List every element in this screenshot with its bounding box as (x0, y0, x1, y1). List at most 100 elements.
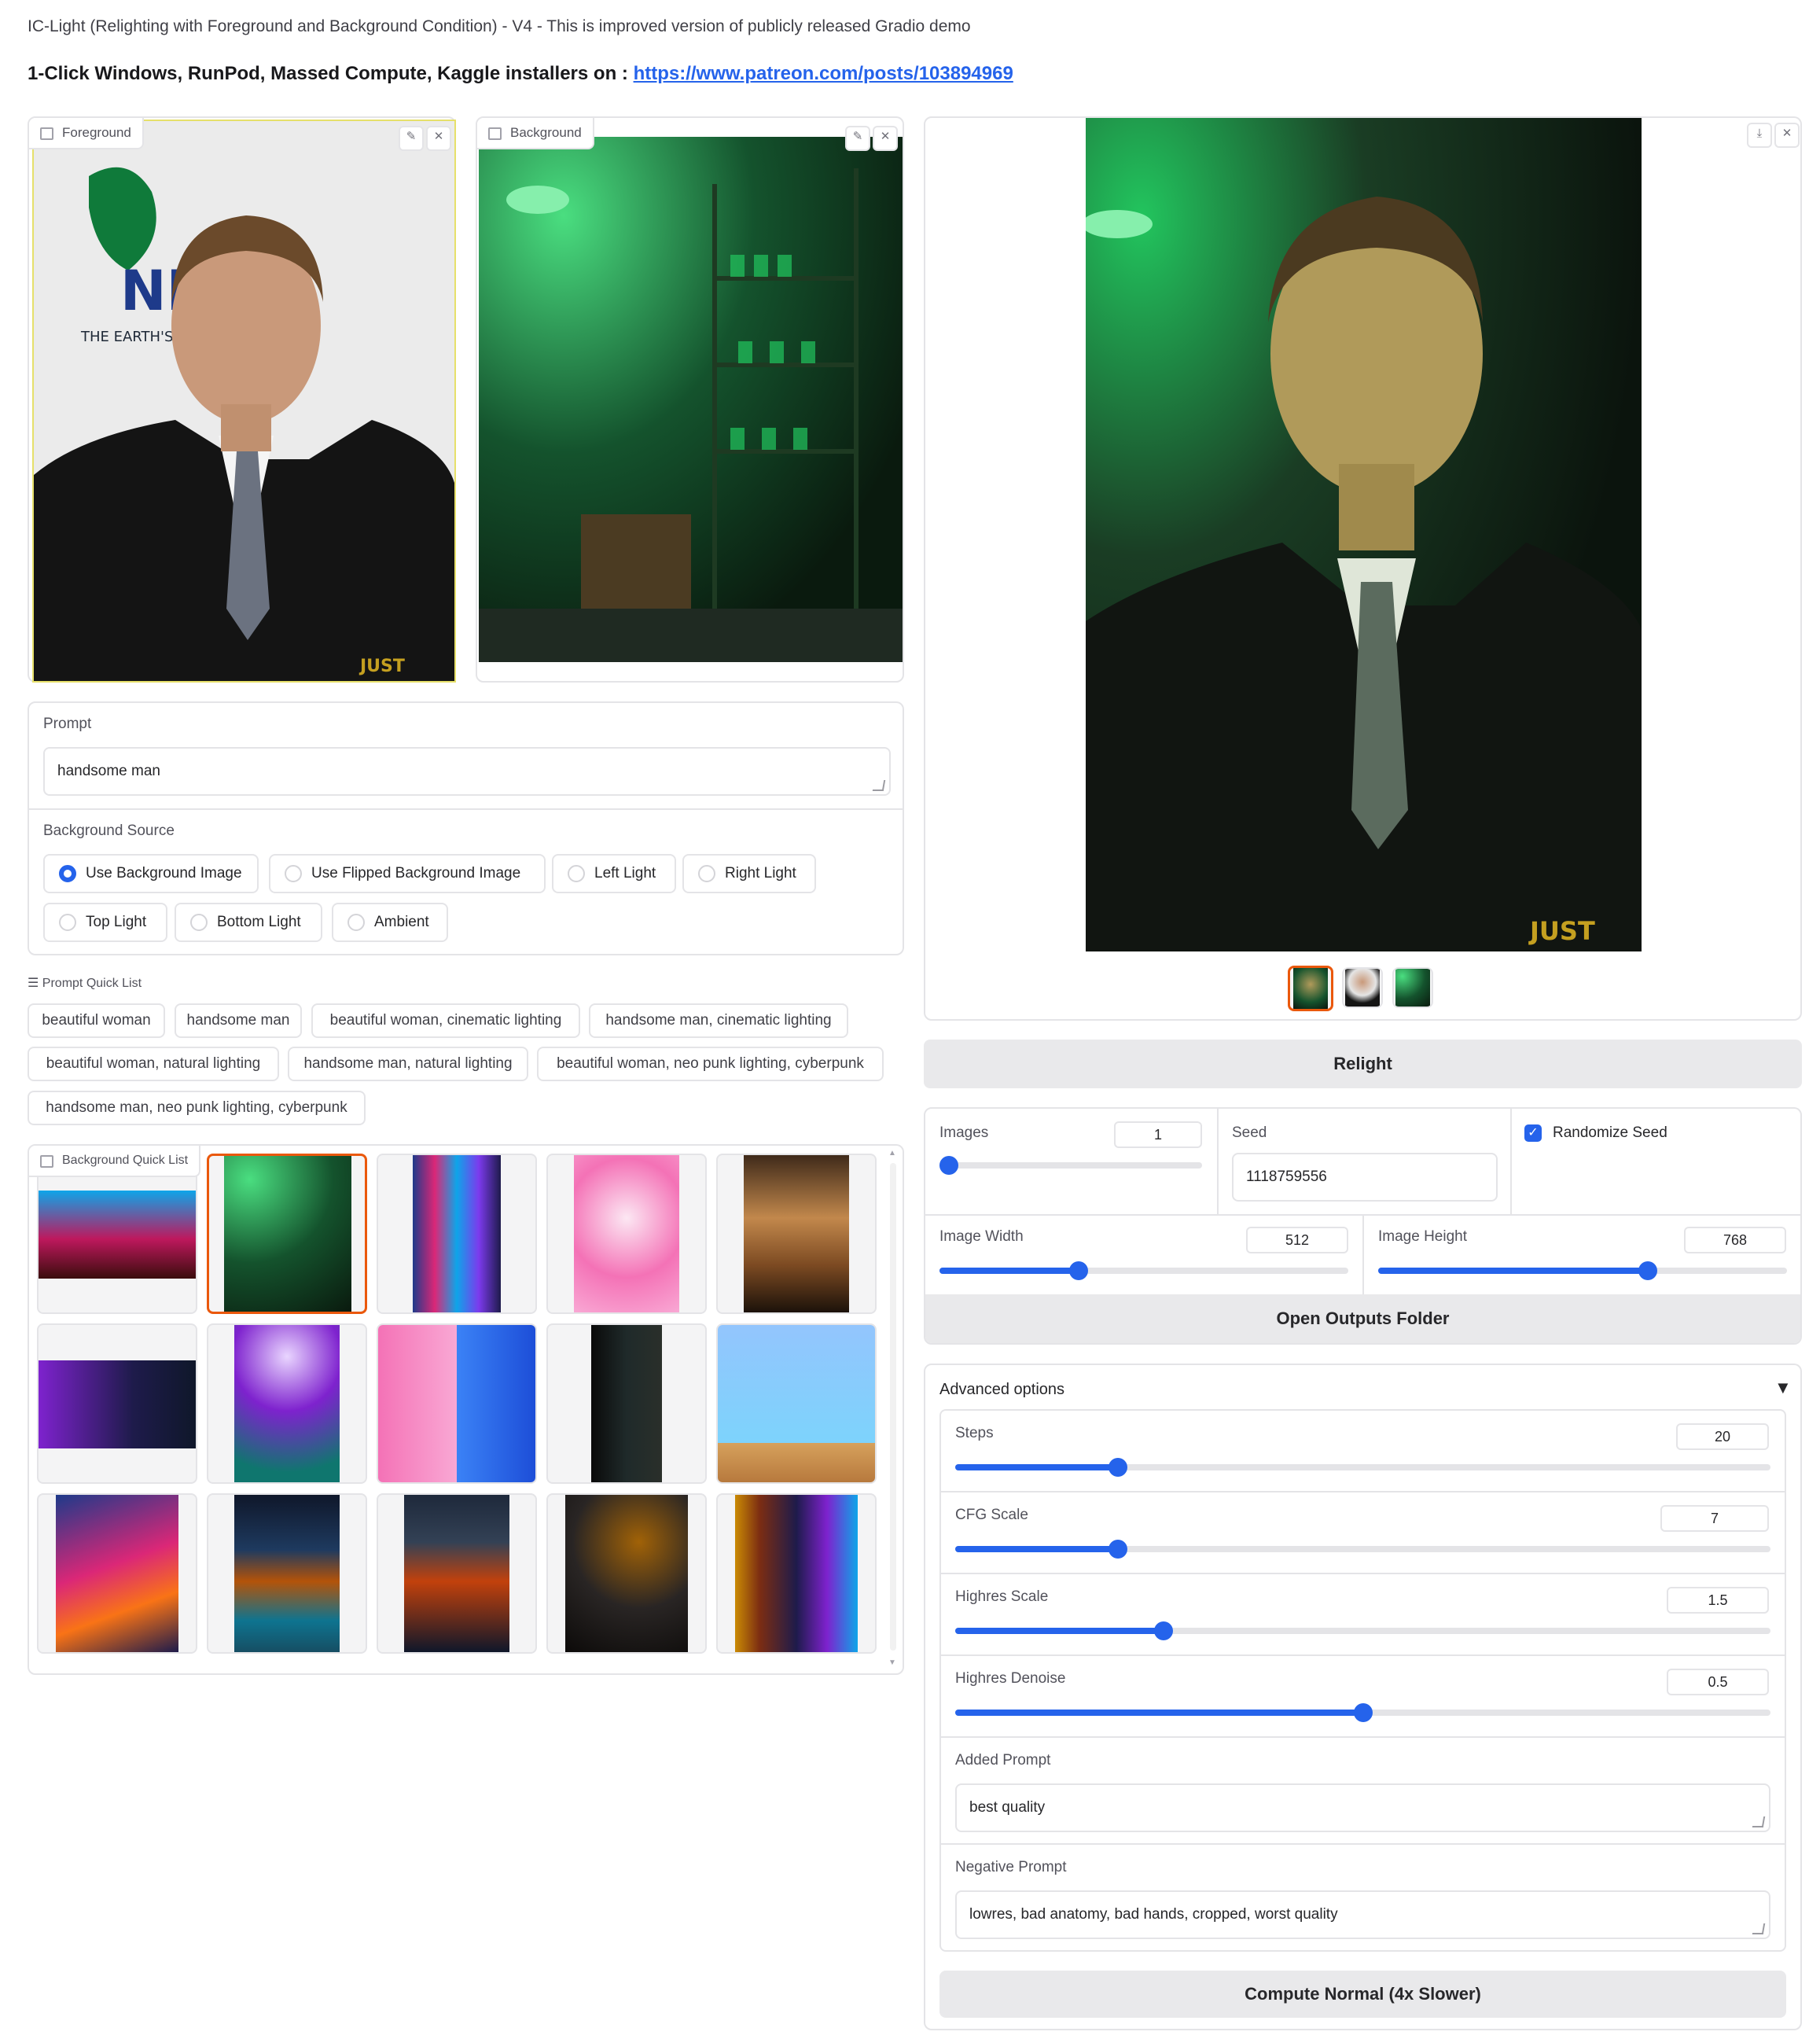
scroll-up-icon[interactable]: ▲ (888, 1149, 896, 1158)
slider-handle[interactable] (1638, 1261, 1658, 1280)
prompt-value: handsome man (57, 763, 160, 779)
triangle-down-icon[interactable]: ▼ (1774, 1378, 1792, 1398)
slider-handle[interactable] (1154, 1621, 1174, 1640)
added-prompt-input[interactable]: best quality (955, 1783, 1770, 1832)
radio-use-background-image[interactable]: Use Background Image (43, 854, 259, 893)
advanced-options-accordion: Advanced options ▼ Steps 20 CFG Scale 7 … (924, 1364, 1802, 2030)
scroll-down-icon[interactable]: ▼ (888, 1658, 896, 1667)
highres-scale-number-input[interactable]: 1.5 (1667, 1587, 1769, 1614)
radio-use-flipped-background-image[interactable]: Use Flipped Background Image (269, 854, 546, 893)
gallery-thumb-night-terrace[interactable] (377, 1493, 537, 1654)
close-icon[interactable]: ✕ (873, 126, 898, 151)
background-image-panel[interactable]: Background ✎ ✕ (476, 116, 904, 683)
prompt-input[interactable]: handsome man (43, 747, 891, 796)
advanced-options-header[interactable]: Advanced options ▼ (925, 1365, 1800, 1414)
prompt-chip[interactable]: handsome man (175, 1003, 302, 1038)
divider (1217, 1109, 1219, 1214)
radio-top-light[interactable]: Top Light (43, 903, 167, 942)
radio-label: Left Light (594, 865, 656, 881)
thumb-image (56, 1495, 178, 1652)
images-slider[interactable] (939, 1156, 1202, 1175)
open-outputs-folder-button[interactable]: Open Outputs Folder (925, 1294, 1800, 1343)
steps-number-input[interactable]: 20 (1676, 1423, 1769, 1450)
highres-denoise-label: Highres Denoise (955, 1670, 1066, 1687)
radio-right-light[interactable]: Right Light (682, 854, 816, 893)
installers-link[interactable]: https://www.patreon.com/posts/103894969 (634, 63, 1013, 84)
gallery-thumb-dark-room[interactable] (546, 1323, 707, 1484)
randomize-seed-label[interactable]: Randomize Seed (1553, 1124, 1667, 1142)
steps-label: Steps (955, 1425, 994, 1441)
svg-text:JUST: JUST (358, 657, 405, 676)
close-icon[interactable]: ✕ (426, 126, 451, 151)
prompt-chip[interactable]: beautiful woman, natural lighting (28, 1047, 279, 1081)
images-number-input[interactable]: 1 (1114, 1121, 1202, 1148)
output-thumb-background[interactable] (1392, 967, 1433, 1008)
relight-button[interactable]: Relight (924, 1040, 1802, 1088)
resize-handle-icon[interactable] (1752, 1923, 1766, 1934)
gallery-thumb-pink-blue-bedroom[interactable] (377, 1323, 537, 1484)
radio-left-light[interactable]: Left Light (552, 854, 676, 893)
gallery-thumb-stage-light[interactable] (207, 1323, 367, 1484)
steps-slider[interactable] (955, 1458, 1770, 1477)
output-thumb-foreground[interactable] (1342, 967, 1383, 1008)
download-icon[interactable]: ⤓ (1747, 123, 1772, 148)
negative-prompt-input[interactable]: lowres, bad anatomy, bad hands, cropped,… (955, 1890, 1770, 1939)
randomize-seed-checkbox[interactable]: ✓ (1524, 1124, 1542, 1142)
prompt-chip[interactable]: handsome man, natural lighting (288, 1047, 528, 1081)
gallery-thumb-green-storage[interactable] (207, 1154, 367, 1314)
radio-dot-icon (59, 865, 76, 882)
gallery-thumb-neon-alley[interactable] (377, 1154, 537, 1314)
prompt-chip[interactable]: handsome man, neo punk lighting, cyberpu… (28, 1091, 366, 1125)
gallery-scrollbar[interactable]: ▲ ▼ (884, 1146, 903, 1673)
resize-handle-icon[interactable] (872, 780, 886, 791)
output-thumb-result[interactable] (1288, 966, 1333, 1011)
prompt-quick-list-label: Prompt Quick List (42, 977, 142, 990)
slider-handle[interactable] (939, 1156, 958, 1175)
gallery-thumb-red-blue-table[interactable] (37, 1154, 197, 1314)
slider-fill (955, 1710, 1363, 1716)
image-height-slider[interactable] (1378, 1261, 1787, 1280)
foreground-image-panel[interactable]: Foreground ✎ ✕ NR THE EARTH'S BE JUST (28, 116, 456, 683)
thumb-image (404, 1495, 509, 1652)
gallery-thumb-blue-wall-wood[interactable] (716, 1323, 877, 1484)
cfg-scale-number-input[interactable]: 7 (1660, 1505, 1769, 1532)
radio-dot-icon (698, 865, 715, 882)
prompt-chip[interactable]: beautiful woman (28, 1003, 165, 1038)
seed-input[interactable]: 1118759556 (1232, 1153, 1498, 1202)
gallery-thumb-cyber-street[interactable] (716, 1493, 877, 1654)
image-width-number-input[interactable]: 512 (1246, 1227, 1348, 1253)
edit-icon[interactable]: ✎ (399, 126, 424, 151)
scrollbar-thumb[interactable] (890, 1163, 896, 1651)
generation-settings-panel: Images 1 Seed 1118759556 ✓ Randomize See… (924, 1107, 1802, 1345)
gallery-thumb-purple-smoke[interactable] (37, 1323, 197, 1484)
slider-handle[interactable] (1109, 1540, 1128, 1559)
prompt-chip[interactable]: handsome man, cinematic lighting (589, 1003, 848, 1038)
close-icon[interactable]: ✕ (1774, 123, 1800, 148)
slider-handle[interactable] (1068, 1261, 1088, 1280)
highres-denoise-slider[interactable] (955, 1703, 1770, 1722)
image-width-slider[interactable] (939, 1261, 1348, 1280)
image-height-number-input[interactable]: 768 (1684, 1227, 1786, 1253)
cfg-scale-slider[interactable] (955, 1540, 1770, 1559)
radio-label: Bottom Light (217, 914, 301, 930)
gallery-thumb-dark-restaurant[interactable] (546, 1493, 707, 1654)
prompt-chip[interactable]: beautiful woman, cinematic lighting (311, 1003, 580, 1038)
gallery-thumb-bokeh-table[interactable] (716, 1154, 877, 1314)
radio-dot-icon (285, 865, 302, 882)
gallery-thumb-pink-arch[interactable] (546, 1154, 707, 1314)
radio-ambient[interactable]: Ambient (332, 903, 448, 942)
compute-normal-button[interactable]: Compute Normal (4x Slower) (939, 1971, 1786, 2018)
highres-denoise-number-input[interactable]: 0.5 (1667, 1669, 1769, 1695)
slider-handle[interactable] (1109, 1458, 1128, 1477)
highres-scale-slider[interactable] (955, 1621, 1770, 1640)
slider-fill (955, 1546, 1119, 1552)
gallery-thumb-neon-city[interactable] (37, 1493, 197, 1654)
prompt-chip[interactable]: beautiful woman, neo punk lighting, cybe… (537, 1047, 884, 1081)
slider-handle[interactable] (1353, 1703, 1373, 1722)
cfg-scale-label: CFG Scale (955, 1507, 1028, 1523)
thumb-image (1395, 969, 1430, 1007)
resize-handle-icon[interactable] (1752, 1816, 1766, 1827)
gallery-thumb-pool-villa[interactable] (207, 1493, 367, 1654)
edit-icon[interactable]: ✎ (845, 126, 870, 151)
radio-bottom-light[interactable]: Bottom Light (175, 903, 322, 942)
